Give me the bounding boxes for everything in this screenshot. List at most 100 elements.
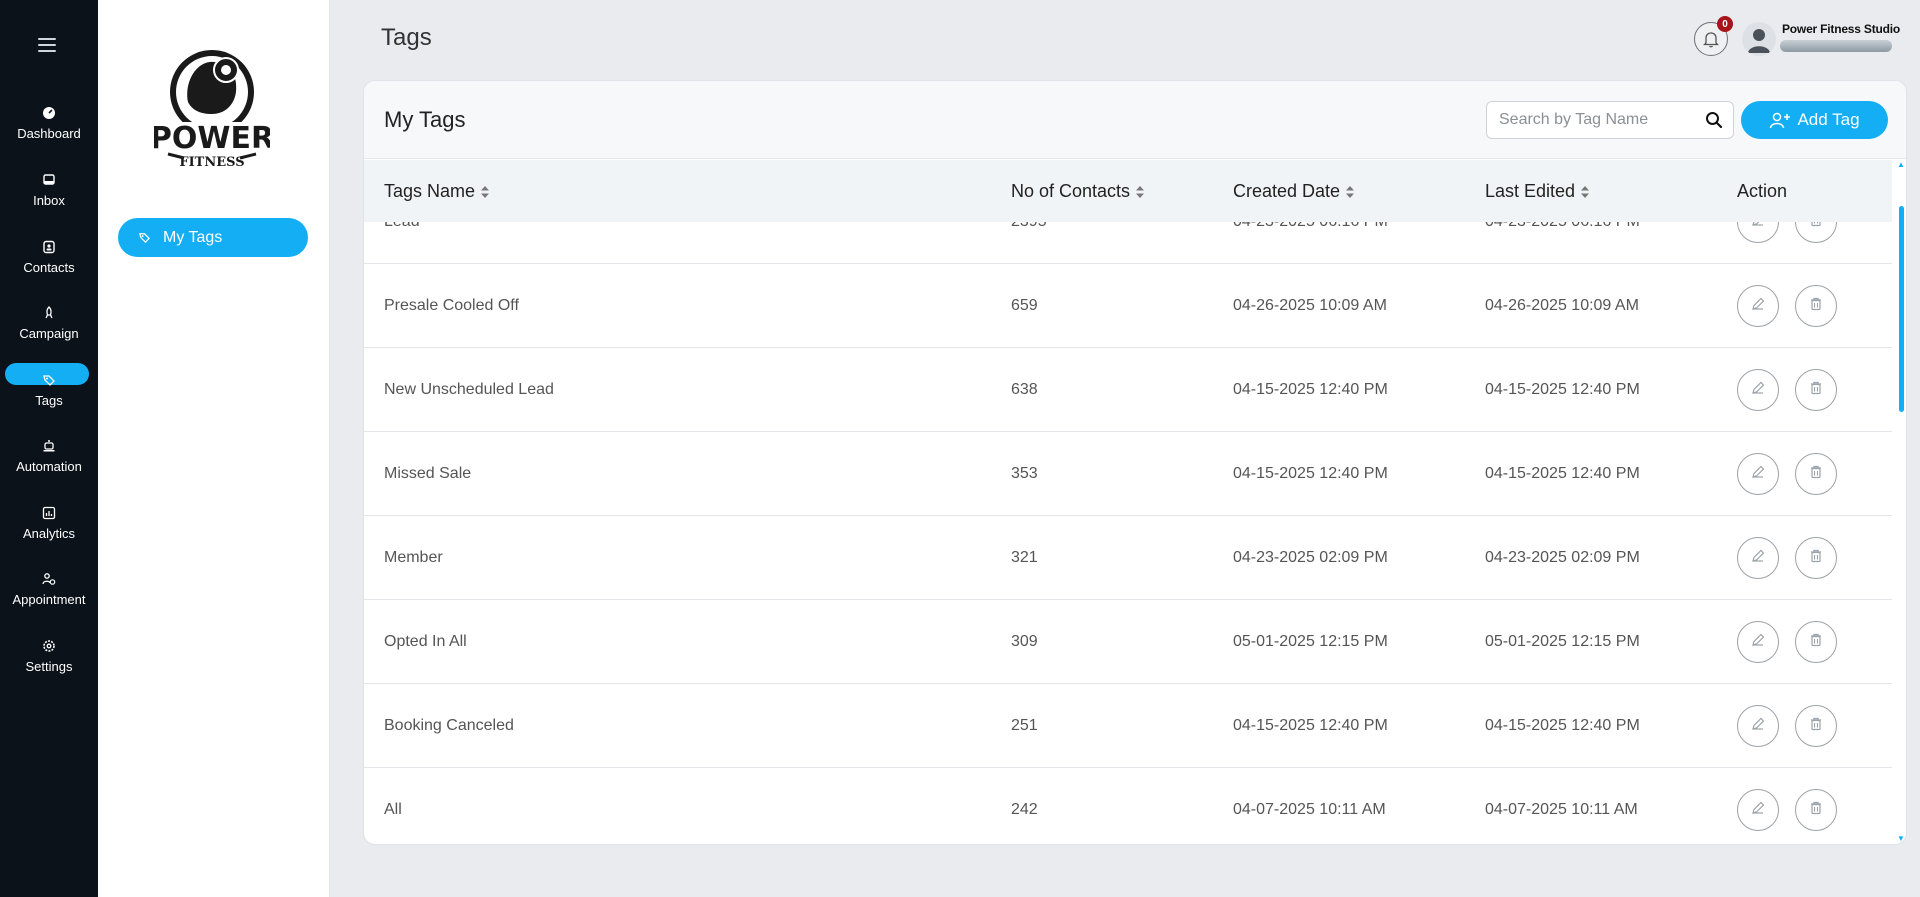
rail-item-label: Settings <box>25 659 73 674</box>
automation-icon <box>43 440 55 452</box>
edit-button[interactable] <box>1737 621 1779 663</box>
my-tags-button[interactable]: My Tags <box>118 218 308 257</box>
scroll-up-arrow-icon[interactable]: ▲ <box>1897 160 1905 169</box>
column-header-created[interactable]: Created Date <box>1233 181 1355 202</box>
rail-item-contacts[interactable]: Contacts <box>0 240 98 275</box>
column-header-name[interactable]: Tags Name <box>384 181 490 202</box>
avatar[interactable] <box>1742 22 1776 56</box>
rail-item-settings[interactable]: Settings <box>0 639 98 674</box>
tag-name-cell: Presale Cooled Off <box>384 297 519 314</box>
rail-item-label: Inbox <box>33 193 65 208</box>
last-edited-cell: 04-15-2025 12:40 PM <box>1485 381 1640 398</box>
trash-icon <box>1808 222 1824 233</box>
delete-button[interactable] <box>1795 789 1837 831</box>
tag-name-cell: New Unscheduled Lead <box>384 381 554 398</box>
rail-item-analytics[interactable]: Analytics <box>0 506 98 541</box>
rail-item-tags[interactable]: Tags <box>0 363 98 408</box>
add-tag-label: Add Tag <box>1797 110 1860 129</box>
edit-button[interactable] <box>1737 453 1779 495</box>
search-icon[interactable] <box>1705 111 1723 129</box>
edit-button[interactable] <box>1737 369 1779 411</box>
last-edited-cell: 04-07-2025 10:11 AM <box>1485 801 1638 818</box>
table-header: Tags Name No of Contacts Created Date La… <box>364 160 1892 222</box>
sort-icon <box>1346 185 1355 198</box>
created-date-cell: 04-26-2025 10:09 AM <box>1233 297 1387 314</box>
edit-button[interactable] <box>1737 705 1779 747</box>
table-row: Presale Cooled Off 659 04-26-2025 10:09 AM… <box>364 264 1892 348</box>
rail-item-label: Contacts <box>23 260 75 275</box>
page-title: Tags <box>381 24 432 51</box>
table-row: Missed Sale 353 04-15-2025 12:40 PM 04-15-2… <box>364 432 1892 516</box>
tags-card: My Tags Add Tag Tags Name No of Contacts… <box>363 80 1907 845</box>
edit-icon <box>1750 380 1766 401</box>
table-row: Member 321 04-23-2025 02:09 PM 04-23-2025 0… <box>364 516 1892 600</box>
rail-item-dashboard[interactable]: Dashboard <box>0 106 98 141</box>
rail-item-appointment[interactable]: Appointment <box>0 572 98 607</box>
contacts-count-cell: 353 <box>1011 465 1038 482</box>
delete-button[interactable] <box>1795 369 1837 411</box>
rail-item-campaign[interactable]: Campaign <box>0 306 98 341</box>
edit-icon <box>1750 632 1766 653</box>
card-header: My Tags Add Tag <box>364 81 1906 159</box>
power-fitness-logo: POWER FITNESS <box>154 50 270 170</box>
secondary-sidebar: POWER FITNESS My Tags <box>98 0 330 897</box>
add-user-icon <box>1770 112 1791 129</box>
column-label: Created Date <box>1233 181 1341 201</box>
rail-item-automation[interactable]: Automation <box>0 439 98 474</box>
search-input[interactable] <box>1487 102 1687 138</box>
contacts-count-cell: 242 <box>1011 801 1038 818</box>
created-date-cell: 04-15-2025 12:40 PM <box>1233 381 1388 398</box>
delete-button[interactable] <box>1795 285 1837 327</box>
hamburger-menu-icon[interactable] <box>38 38 56 52</box>
sort-icon <box>1136 185 1145 198</box>
sort-icon <box>1581 185 1590 198</box>
sort-icon <box>481 185 490 198</box>
last-edited-cell: 04-15-2025 12:40 PM <box>1485 465 1640 482</box>
delete-button[interactable] <box>1795 453 1837 495</box>
trash-icon <box>1808 380 1824 401</box>
account-name[interactable]: Power Fitness Studio <box>1782 22 1900 36</box>
last-edited-cell: 05-01-2025 12:15 PM <box>1485 633 1640 650</box>
contacts-count-cell: 321 <box>1011 549 1038 566</box>
contacts-count-cell: 309 <box>1011 633 1038 650</box>
created-date-cell: 04-07-2025 10:11 AM <box>1233 801 1386 818</box>
scrollbar-thumb[interactable] <box>1899 206 1904 412</box>
table-row: New Unscheduled Lead 638 04-15-2025 12:40 … <box>364 348 1892 432</box>
contacts-count-cell: 251 <box>1011 717 1038 734</box>
dashboard-icon <box>43 107 55 119</box>
scroll-down-arrow-icon[interactable]: ▼ <box>1897 834 1905 843</box>
last-edited-cell: 04-26-2025 10:09 AM <box>1485 297 1639 314</box>
campaign-icon <box>45 306 53 319</box>
edit-button[interactable] <box>1737 285 1779 327</box>
tag-name-cell: Opted In All <box>384 633 467 650</box>
tag-name-cell: Lead <box>384 222 420 264</box>
table-row: Opted In All 309 05-01-2025 12:15 PM 05-01-… <box>364 600 1892 684</box>
trash-icon <box>1808 716 1824 737</box>
tag-name-cell: Missed Sale <box>384 465 472 482</box>
column-header-action: Action <box>1737 181 1787 202</box>
rail-item-inbox[interactable]: Inbox <box>0 173 98 208</box>
trash-icon <box>1808 464 1824 485</box>
table-row: All 242 04-07-2025 10:11 AM 04-07-2025 10:1… <box>364 768 1892 844</box>
edit-button[interactable] <box>1737 537 1779 579</box>
delete-button[interactable] <box>1795 537 1837 579</box>
column-label: Tags Name <box>384 181 476 201</box>
delete-button[interactable] <box>1795 222 1837 243</box>
column-header-edited[interactable]: Last Edited <box>1485 181 1590 202</box>
my-tags-label: My Tags <box>163 228 223 246</box>
created-date-cell: 04-23-2025 06:16 PM <box>1233 222 1388 264</box>
edit-button[interactable] <box>1737 222 1779 243</box>
delete-button[interactable] <box>1795 705 1837 747</box>
column-header-contacts[interactable]: No of Contacts <box>1011 181 1145 202</box>
rail-item-label: Analytics <box>22 526 76 541</box>
bell-icon <box>1703 31 1719 47</box>
tag-name-cell: All <box>384 801 402 818</box>
column-label: Last Edited <box>1485 181 1576 201</box>
trash-icon <box>1808 800 1824 821</box>
edit-button[interactable] <box>1737 789 1779 831</box>
add-tag-button[interactable]: Add Tag <box>1741 101 1888 139</box>
tag-name-cell: Member <box>384 549 443 566</box>
delete-button[interactable] <box>1795 621 1837 663</box>
contacts-count-cell: 638 <box>1011 381 1038 398</box>
created-date-cell: 04-15-2025 12:40 PM <box>1233 717 1388 734</box>
